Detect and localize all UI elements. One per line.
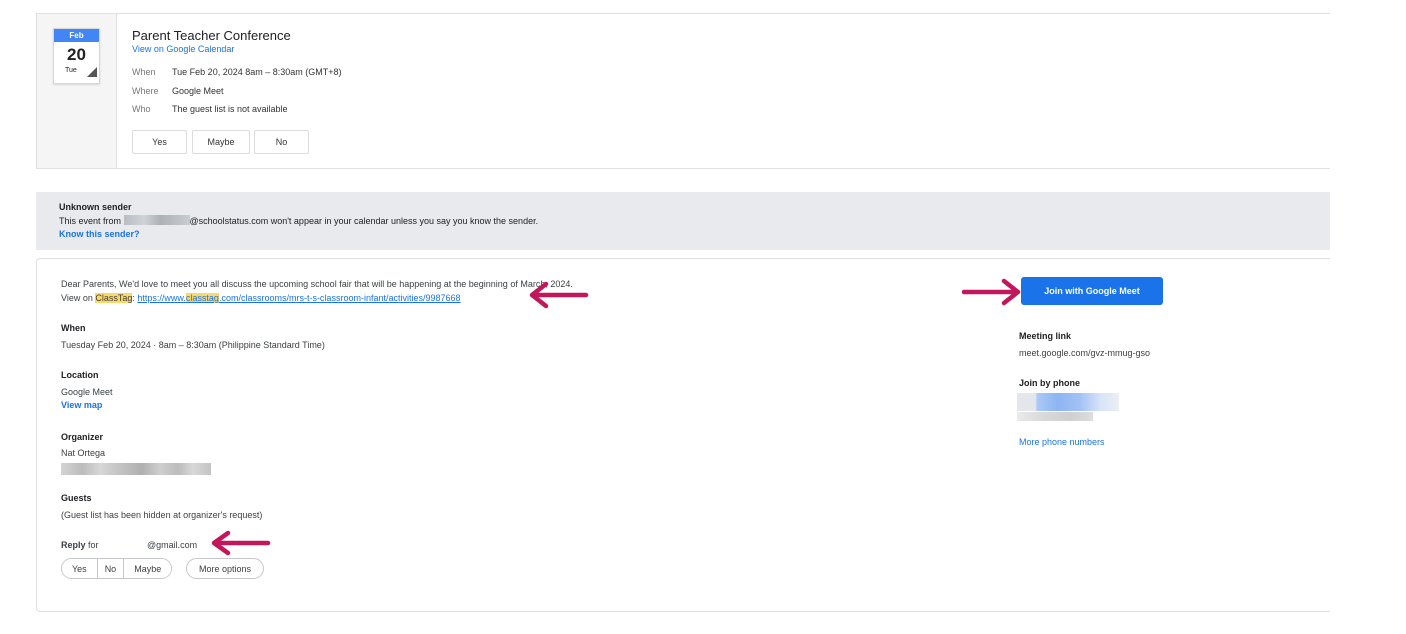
organizer-heading: Organizer	[61, 432, 104, 442]
unknown-sender-banner: Unknown sender This event from @schoolst…	[36, 192, 1330, 250]
url-part: .com/classrooms/mrs-t-s-classroom-infant…	[218, 293, 461, 303]
event-date-column: Feb 20 Tue	[37, 14, 117, 168]
banner-message: This event from @schoolstatus.com won't …	[59, 215, 538, 226]
rsvp-yes-button[interactable]: Yes	[132, 130, 187, 154]
reply-maybe-button[interactable]: Maybe	[124, 559, 172, 578]
reply-label: Reply	[61, 540, 86, 550]
meeting-link-heading: Meeting link	[1019, 331, 1072, 341]
banner-text-before: This event from	[59, 216, 124, 226]
know-this-sender-link[interactable]: Know this sender?	[59, 229, 140, 239]
calendar-weekday: Tue	[65, 67, 77, 74]
calendar-day: 20	[67, 45, 86, 64]
when-value: Tue Feb 20, 2024 8am – 8:30am (GMT+8)	[172, 67, 342, 77]
classtag-line: View on ClassTag: https://www.classtag.c…	[61, 293, 461, 303]
view-map-link[interactable]: View map	[61, 400, 102, 410]
where-label: Where	[132, 86, 159, 96]
calendar-month: Feb	[54, 29, 99, 42]
more-phone-numbers-link[interactable]: More phone numbers	[1019, 437, 1105, 447]
event-title: Parent Teacher Conference	[132, 28, 291, 43]
annotation-arrow-right-icon	[961, 278, 1021, 306]
banner-text-after: @schoolstatus.com won't appear in your c…	[189, 216, 539, 226]
who-label: Who	[132, 104, 151, 114]
rsvp-maybe-button[interactable]: Maybe	[192, 130, 250, 154]
organizer-name: Nat Ortega	[61, 448, 106, 458]
redacted-email	[123, 215, 190, 225]
location-value: Google Meet	[61, 387, 113, 397]
reply-no-button[interactable]: No	[97, 559, 125, 578]
event-details-card: Dear Parents, We'd love to meet you all …	[36, 258, 1330, 612]
view-on-text: View on	[61, 293, 96, 303]
reply-button-group: Yes No Maybe	[61, 558, 173, 579]
when-detail: Tuesday Feb 20, 2024 · 8am – 8:30am (Phi…	[61, 340, 325, 350]
banner-title: Unknown sender	[59, 202, 132, 212]
join-by-phone-heading: Join by phone	[1019, 378, 1081, 388]
url-part: https://www.	[137, 293, 186, 303]
reply-yes-button[interactable]: Yes	[62, 559, 98, 578]
view-on-google-calendar-link[interactable]: View on Google Calendar	[132, 44, 234, 54]
more-options-button[interactable]: More options	[186, 558, 265, 579]
who-value: The guest list is not available	[172, 104, 288, 114]
page-curl-icon	[87, 67, 97, 77]
classtag-highlight: ClassTag	[95, 293, 133, 303]
annotation-arrow-left-icon	[529, 281, 589, 309]
guests-heading: Guests	[61, 493, 92, 503]
join-google-meet-button[interactable]: Join with Google Meet	[1021, 277, 1163, 305]
when-heading: When	[61, 323, 86, 333]
annotation-arrow-left-icon	[211, 530, 271, 556]
classtag-activity-link[interactable]: https://www.classtag.com/classrooms/mrs-…	[137, 293, 461, 303]
redacted-phone-pin	[1017, 412, 1093, 421]
rsvp-no-button[interactable]: No	[254, 130, 309, 154]
redacted-phone-number	[1017, 393, 1119, 411]
description-text: Dear Parents, We'd love to meet you all …	[61, 279, 573, 289]
guests-value: (Guest list has been hidden at organizer…	[61, 510, 263, 520]
meeting-link-value: meet.google.com/gvz-mmug-gso	[1019, 348, 1151, 358]
calendar-date-icon: Feb 20 Tue	[53, 28, 100, 84]
where-value: Google Meet	[172, 86, 224, 96]
reply-for: for	[85, 540, 102, 550]
reply-email: @gmail.com	[147, 540, 198, 550]
event-invite-card: Feb 20 Tue Parent Teacher Conference Vie…	[36, 13, 1330, 169]
location-heading: Location	[61, 370, 99, 380]
url-highlight: classtag	[185, 293, 219, 303]
redacted-organizer-email	[61, 463, 211, 475]
when-label: When	[132, 67, 156, 77]
reply-line: Reply for @gmail.com	[61, 540, 197, 550]
